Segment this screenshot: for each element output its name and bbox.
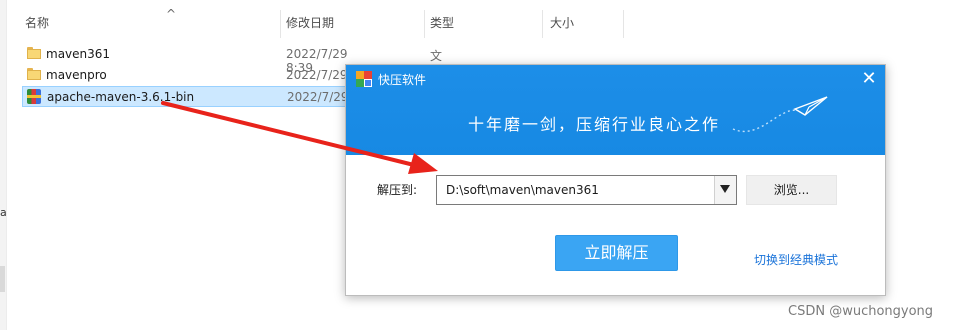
watermark: CSDN @wuchongyong xyxy=(788,304,934,319)
annotation-arrow xyxy=(161,101,438,174)
